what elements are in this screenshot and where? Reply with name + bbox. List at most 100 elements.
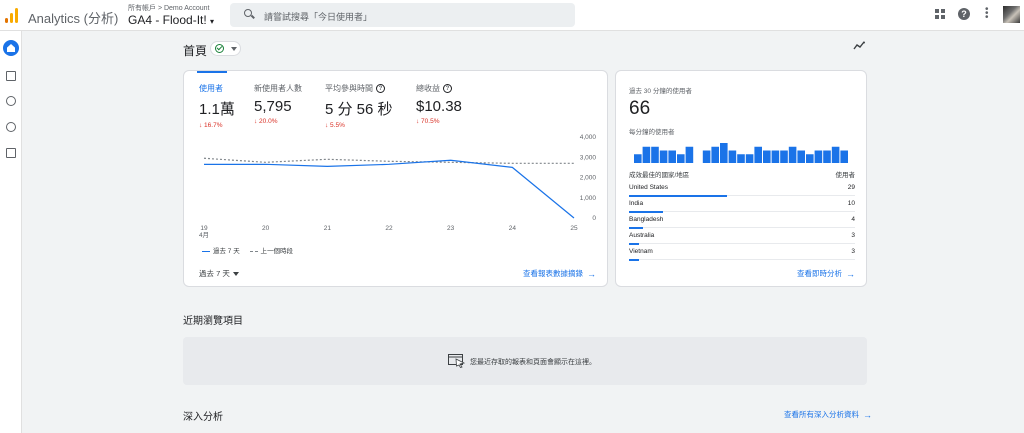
- check-circle-icon: [215, 44, 224, 53]
- per-minute-bar: [711, 146, 719, 163]
- country-row: United States 29: [629, 184, 855, 200]
- header-country: 成效最佳的國家/地區: [629, 172, 690, 179]
- data-status-chip[interactable]: [210, 41, 241, 56]
- country-users: 4: [851, 216, 855, 223]
- country-users: 10: [847, 200, 855, 207]
- advertising-icon[interactable]: [6, 122, 16, 132]
- per-minute-bar-chart: [634, 143, 848, 163]
- x-axis-tick-label: 23: [447, 225, 455, 232]
- country-name: Vietnam: [629, 248, 653, 255]
- country-bar-track: [629, 227, 855, 228]
- x-axis-tick-label: 20: [262, 225, 270, 232]
- recent-section-title: 近期瀏覽項目: [183, 316, 243, 327]
- y-axis-tick-label: 1,000: [580, 195, 597, 202]
- home-icon[interactable]: [3, 40, 19, 56]
- overview-card: 使用者 1.1萬 ↓ 16.7% 新使用者人數 5,795 ↓ 20.0% 平均…: [183, 70, 608, 287]
- legend-previous: 上一個時段: [260, 248, 294, 255]
- left-nav-rail: [0, 31, 22, 433]
- date-range-label: 過去 7 天: [199, 269, 230, 278]
- country-name: India: [629, 200, 644, 207]
- y-axis-tick-label: 2,000: [580, 175, 597, 182]
- app-title[interactable]: Analytics (分析): [28, 8, 118, 27]
- per-minute-bar: [659, 150, 668, 163]
- per-minute-bar: [840, 150, 848, 163]
- view-report-link[interactable]: 查看報表數據摘錄 →: [523, 268, 596, 279]
- top-bar: Analytics (分析) 所有帳戶 > Demo Account GA4 -…: [0, 0, 1024, 31]
- reports-icon[interactable]: [6, 71, 16, 81]
- page-title: 首頁: [183, 44, 208, 58]
- per-minute-bar: [668, 150, 676, 163]
- recent-empty-state: 您最近存取的報表和頁面會顯示在這裡。: [183, 337, 867, 385]
- property-selector[interactable]: GA4 - Flood-It! ▾: [128, 13, 214, 27]
- per-minute-bar: [797, 150, 805, 163]
- view-realtime-link[interactable]: 查看即時分析 →: [797, 268, 855, 279]
- analytics-logo-icon[interactable]: [5, 8, 19, 23]
- configure-icon[interactable]: [6, 148, 16, 158]
- chevron-down-icon: ▾: [210, 17, 215, 26]
- per-minute-bar: [677, 154, 685, 163]
- country-name: Australia: [629, 232, 655, 239]
- per-minute-bar: [823, 150, 831, 163]
- country-row: Bangladesh 4: [629, 216, 855, 232]
- apps-grid-icon[interactable]: [935, 9, 945, 19]
- x-axis-tick-label: 22: [385, 225, 393, 232]
- per-minute-bar: [763, 150, 771, 163]
- per-minute-bar: [831, 146, 840, 163]
- country-bar-track: [629, 259, 855, 260]
- cursor-window-icon: [448, 354, 466, 368]
- country-bar: [629, 195, 727, 197]
- x-axis-tick-label: 25: [570, 225, 578, 232]
- breadcrumb[interactable]: 所有帳戶 > Demo Account: [128, 3, 210, 13]
- country-bar: [629, 211, 663, 213]
- country-name: Bangladesh: [629, 216, 664, 223]
- chevron-down-icon: [232, 272, 239, 277]
- y-axis-tick-label: 0: [592, 215, 596, 222]
- chevron-down-icon: [231, 47, 237, 51]
- country-row: Australia 3: [629, 232, 855, 248]
- x-axis-tick-label: 24: [509, 225, 517, 232]
- account-avatar[interactable]: [1003, 6, 1020, 23]
- arrow-right-icon: →: [863, 410, 872, 421]
- x-axis-month-label: 4月: [199, 231, 209, 239]
- help-icon[interactable]: ?: [958, 8, 970, 20]
- legend-swatch-current: [202, 250, 210, 252]
- country-users: 3: [851, 232, 855, 239]
- per-minute-bar: [702, 150, 711, 163]
- realtime-value: 66: [629, 98, 651, 119]
- realtime-table-header: 成效最佳的國家/地區 使用者: [629, 169, 855, 179]
- property-name: GA4 - Flood-It!: [128, 13, 207, 27]
- per-minute-bar: [685, 146, 694, 163]
- per-minute-bar: [720, 143, 728, 163]
- users-line-chart: 4,000 3,000 2,000 1,000 0 19 20 21 22 23 24 25 4月: [199, 134, 597, 239]
- per-minute-bar: [771, 150, 780, 163]
- per-minute-bar: [754, 146, 762, 163]
- view-insights-link[interactable]: 查看所有深入分析資料 →: [784, 409, 872, 420]
- arrow-right-icon: →: [587, 269, 596, 280]
- per-minute-bar: [651, 146, 659, 163]
- realtime-title: 過去 30 分鐘的使用者: [629, 88, 692, 95]
- search-icon: [244, 9, 252, 17]
- per-minute-bar: [806, 154, 814, 163]
- country-name: United States: [629, 184, 669, 191]
- insights-section-title: 深入分析: [183, 412, 223, 423]
- per-minute-bar: [642, 146, 651, 163]
- legend-current: 過去 7 天: [213, 248, 240, 255]
- per-minute-bar: [728, 150, 737, 163]
- per-minute-bar: [814, 150, 823, 163]
- explore-icon[interactable]: [6, 96, 16, 106]
- arrow-right-icon: →: [846, 269, 855, 280]
- realtime-card: 過去 30 分鐘的使用者 66 每分鐘的使用者 成效最佳的國家/地區 使用者 U…: [615, 70, 867, 287]
- country-bar-track: [629, 211, 855, 212]
- per-minute-bar: [788, 146, 797, 163]
- country-bar: [629, 227, 643, 229]
- view-insights-label: 查看所有深入分析資料: [784, 410, 859, 419]
- more-vert-icon[interactable]: • • •: [985, 5, 989, 23]
- insights-icon[interactable]: [853, 41, 866, 51]
- country-row: Vietnam 3: [629, 248, 855, 264]
- country-bar: [629, 243, 640, 245]
- realtime-subtitle: 每分鐘的使用者: [629, 129, 675, 136]
- country-users: 3: [851, 248, 855, 255]
- view-report-label: 查看報表數據摘錄: [523, 269, 583, 278]
- country-bar: [629, 259, 640, 261]
- date-range-dropdown[interactable]: 過去 7 天: [199, 268, 239, 279]
